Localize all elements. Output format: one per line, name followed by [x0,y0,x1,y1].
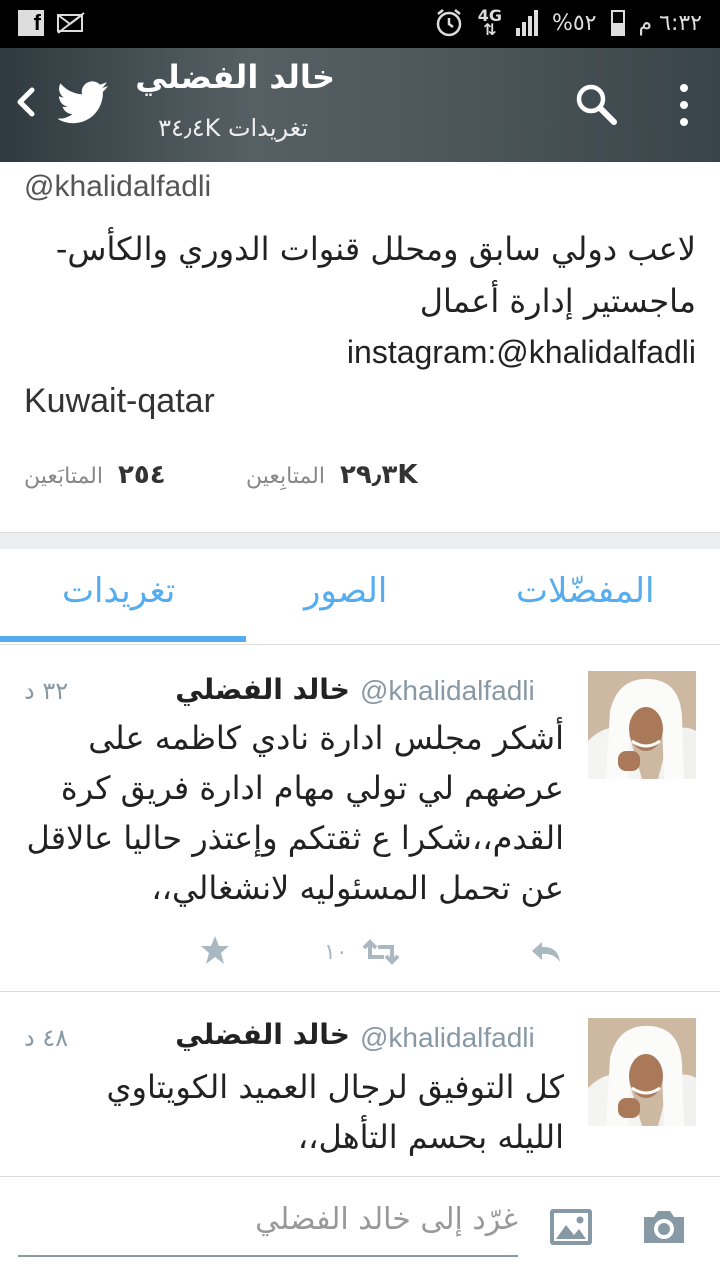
overflow-menu-icon[interactable] [672,82,696,128]
profile-handle: @khalidalfadli [24,170,212,203]
battery-percent: ٥٢% [551,10,597,36]
profile-location: Kuwait-qatar [24,382,215,420]
tweet-timestamp: ٤٨ د [24,1024,69,1052]
active-tab-indicator [0,636,246,642]
avatar[interactable] [588,1018,696,1126]
retweet-icon [362,939,400,965]
profile-tabs: المفضّلات الصور تغريدات [0,549,720,645]
back-chevron-icon[interactable] [10,82,40,122]
tab-tweets[interactable]: تغريدات [62,571,175,611]
section-divider [0,532,720,550]
tweet-text-line: أشكر مجلس ادارة نادي كاظمه على [88,719,564,757]
facebook-notification-icon: f [18,10,44,36]
following-count: ٢٥٤ [118,460,166,490]
clock: ٦:٣٢ م [638,10,703,36]
tweet-text-line: الليله بحسم التأهل،، [297,1118,564,1156]
retweet-button[interactable]: ١٠ [324,937,400,967]
following-label: المتابَعين [24,464,103,489]
tweet-text: كل التوفيق لرجال العميد الكويتاوي الليله… [24,1062,565,1162]
tweet-item[interactable]: @khalidalfadli خالد الفضلي ٤٨ د كل التوف… [0,992,720,1176]
tweet-handle[interactable]: @khalidalfadli [360,1022,535,1054]
bio-link[interactable]: instagram:@khalidalfadli [16,334,696,371]
compose-tweet-input[interactable]: غرّد إلى خالد الفضلي [18,1195,518,1257]
following-stat[interactable]: ٢٥٤ المتابَعين [24,460,166,490]
tweet-item[interactable]: @khalidalfadli خالد الفضلي ٣٢ د أشكر مجل… [0,645,720,991]
tweet-handle[interactable]: @khalidalfadli [360,675,535,707]
tweet-text-line: عن تحمل المسئوليه لانشغالي،، [151,869,564,907]
favorite-star-button[interactable] [200,935,230,965]
retweet-count: ١٠ [324,939,348,965]
tab-photos[interactable]: الصور [304,571,387,611]
tweet-author-name[interactable]: خالد الفضلي [175,1018,350,1051]
tweet-text-line: كل التوفيق لرجال العميد الكويتاوي [106,1068,565,1106]
avatar[interactable] [588,671,696,779]
tweet-author-name[interactable]: خالد الفضلي [175,673,350,706]
twitter-bird-icon[interactable] [56,80,110,124]
profile-header: خالد الفضلي تغريدات ٣٤٫٤K [0,48,720,162]
tab-favorites[interactable]: المفضّلات [516,571,654,611]
bio-line: ماجستير إدارة أعمال [419,282,696,320]
tweet-count: تغريدات ٣٤٫٤K [158,114,308,142]
network-type-indicator: 4G ⇅ [477,6,502,39]
followers-label: المتابِعين [246,464,325,489]
search-icon[interactable] [574,82,618,126]
tweet-timestamp: ٣٢ د [24,677,69,705]
mail-muted-icon [56,8,86,38]
battery-icon [610,10,625,36]
followers-count: ٢٩٫٣K [340,460,418,490]
compose-bar: غرّد إلى خالد الفضلي [0,1176,720,1281]
photo-gallery-icon[interactable] [548,1207,594,1247]
followers-stat[interactable]: ٢٩٫٣K المتابِعين [246,460,417,490]
camera-icon[interactable] [640,1207,688,1247]
bio-line: لاعب دولي سابق ومحلل قنوات الدوري والكأس… [55,230,696,268]
tweet-text-line: عرضهم لي تولي مهام ادارة فريق كرة [60,769,564,807]
signal-strength-icon [515,10,538,36]
alarm-icon [434,8,464,38]
tweet-text-line: القدم،،شكرا ع ثقتكم وإعتذر حاليا عالاقل [26,819,564,857]
profile-name: خالد الفضلي [135,58,335,96]
reply-button[interactable] [530,937,562,967]
tweet-text: أشكر مجلس ادارة نادي كاظمه على عرضهم لي … [24,713,564,913]
status-bar: f 4G ⇅ ٥٢% ٦:٣٢ م [0,0,720,48]
